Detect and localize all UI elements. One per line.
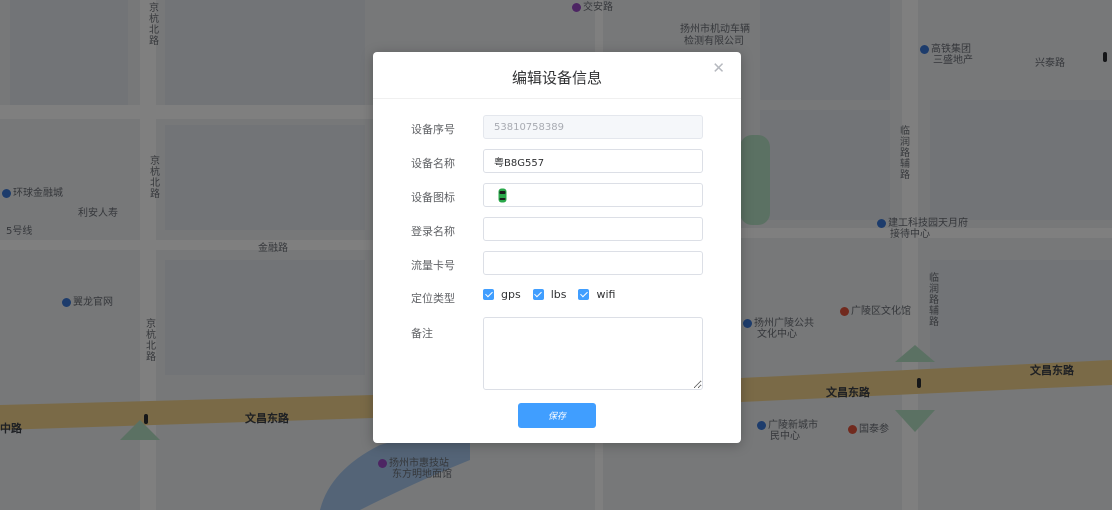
sim-card-label: 流量卡号	[411, 259, 455, 272]
remark-textarea[interactable]	[483, 317, 703, 390]
serial-input[interactable]	[483, 115, 703, 139]
gps-checkbox-label: gps	[501, 288, 521, 301]
gps-checkbox[interactable]: gps	[483, 288, 521, 301]
checkbox-checked-icon	[578, 289, 590, 300]
serial-label: 设备序号	[411, 123, 455, 136]
lbs-checkbox[interactable]: lbs	[532, 288, 567, 301]
checkbox-checked-icon	[532, 289, 544, 300]
edit-device-dialog: 编辑设备信息 ✕ 设备序号 设备名称 设备图标 登录名称 流量卡号 定位类型 g…	[373, 52, 741, 443]
wifi-checkbox-label: wifi	[596, 288, 616, 301]
sim-card-input[interactable]	[483, 251, 703, 275]
car-icon	[498, 188, 507, 202]
lbs-checkbox-label: lbs	[550, 288, 567, 301]
device-icon-picker[interactable]	[483, 183, 703, 207]
dialog-header: 编辑设备信息 ✕	[373, 52, 741, 99]
remark-label: 备注	[411, 327, 433, 340]
location-type-label: 定位类型	[411, 292, 455, 305]
location-type-group: gps lbs wifi	[483, 288, 627, 301]
checkbox-checked-icon	[483, 289, 494, 300]
device-name-input[interactable]	[483, 149, 703, 173]
save-button[interactable]: 保存	[518, 403, 596, 428]
wifi-checkbox[interactable]: wifi	[578, 288, 615, 301]
device-icon-label: 设备图标	[411, 191, 455, 204]
login-name-label: 登录名称	[411, 225, 455, 238]
login-name-input[interactable]	[483, 217, 703, 241]
device-name-label: 设备名称	[411, 157, 455, 170]
dialog-title: 编辑设备信息	[511, 69, 602, 87]
close-icon[interactable]: ✕	[712, 61, 725, 76]
